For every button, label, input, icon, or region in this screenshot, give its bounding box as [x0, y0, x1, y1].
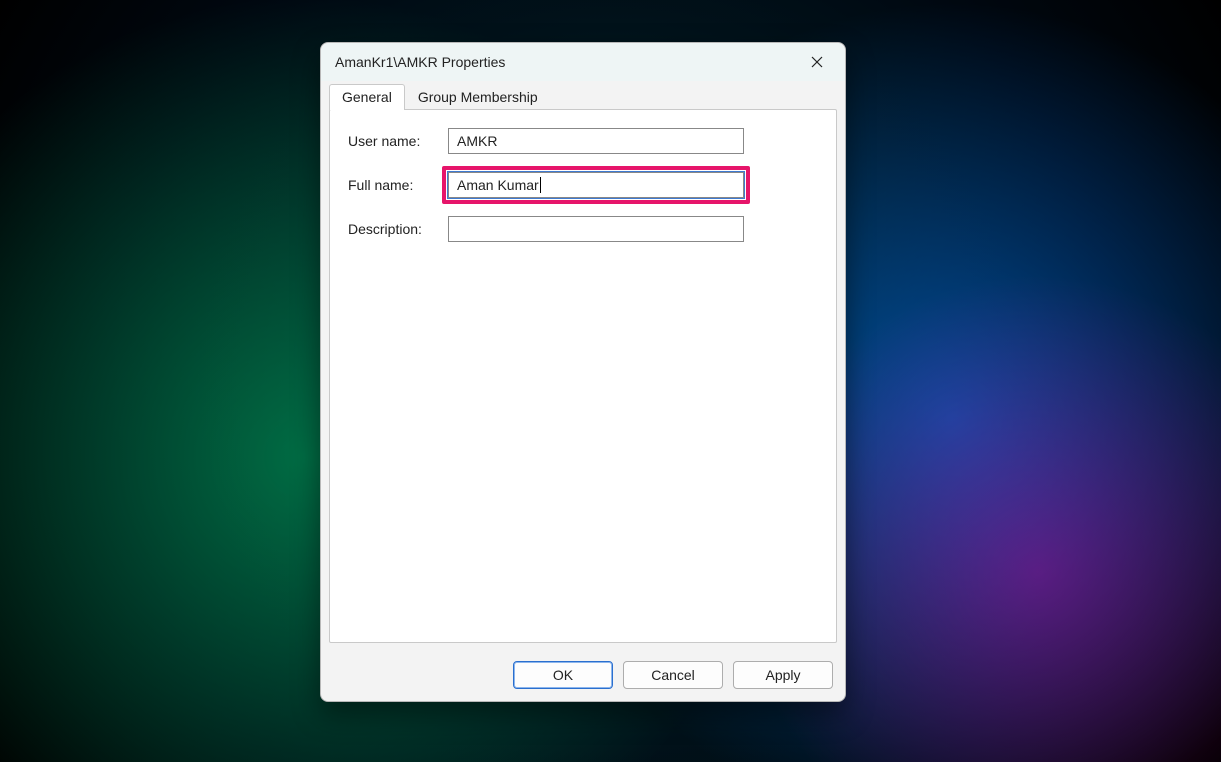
text-caret — [540, 177, 541, 193]
cancel-button[interactable]: Cancel — [623, 661, 723, 689]
fullname-label: Full name: — [348, 177, 448, 193]
row-description: Description: — [348, 216, 818, 242]
tabstrip: General Group Membership — [321, 81, 845, 109]
description-input[interactable] — [448, 216, 744, 242]
dialog-title: AmanKr1\AMKR Properties — [335, 54, 795, 70]
row-username: User name: AMKR — [348, 128, 818, 154]
titlebar[interactable]: AmanKr1\AMKR Properties — [321, 43, 845, 81]
fullname-highlight: Aman Kumar — [448, 172, 744, 198]
tab-general[interactable]: General — [329, 84, 405, 110]
desktop-background: AmanKr1\AMKR Properties General Group Me… — [0, 0, 1221, 762]
description-label: Description: — [348, 221, 448, 237]
ok-button[interactable]: OK — [513, 661, 613, 689]
row-fullname: Full name: Aman Kumar — [348, 172, 818, 198]
username-value: AMKR — [457, 133, 497, 149]
tabpage-general: User name: AMKR Full name: Aman Kumar De… — [329, 109, 837, 643]
username-input[interactable]: AMKR — [448, 128, 744, 154]
dialog-button-row: OK Cancel Apply — [321, 651, 845, 701]
apply-button[interactable]: Apply — [733, 661, 833, 689]
username-label: User name: — [348, 133, 448, 149]
close-button[interactable] — [795, 47, 839, 77]
fullname-input[interactable]: Aman Kumar — [448, 172, 744, 198]
fullname-value: Aman Kumar — [457, 177, 539, 193]
properties-dialog: AmanKr1\AMKR Properties General Group Me… — [320, 42, 846, 702]
tab-group-membership[interactable]: Group Membership — [405, 84, 551, 110]
close-icon — [811, 56, 823, 68]
